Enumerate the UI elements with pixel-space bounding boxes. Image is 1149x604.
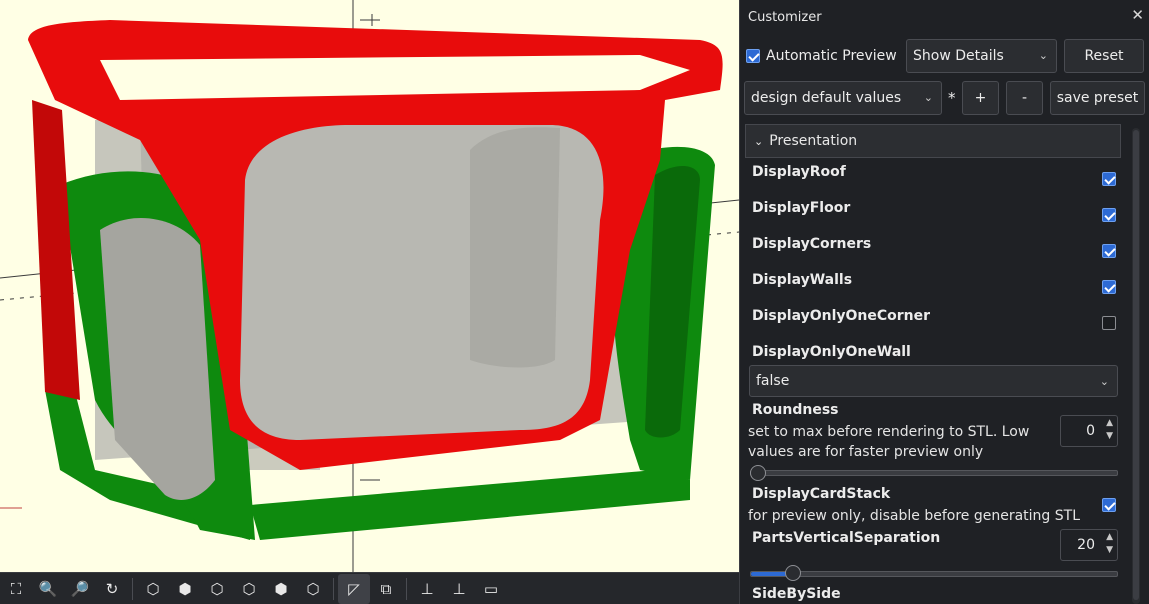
- close-icon[interactable]: ✕: [1131, 6, 1144, 24]
- param-side-by-side-label: SideBySide: [752, 586, 841, 602]
- parts-vertical-separation-slider-handle[interactable]: [785, 565, 801, 581]
- param-roundness-label: Roundness: [752, 402, 839, 418]
- orthogonal-icon[interactable]: ⧉: [370, 574, 402, 604]
- chevron-down-icon: ⌄: [754, 134, 764, 148]
- automatic-preview-checkbox[interactable]: [746, 49, 760, 63]
- chevron-down-icon: ⌄: [1038, 49, 1048, 62]
- reset-view-icon[interactable]: ↻: [96, 574, 128, 604]
- spin-up-icon[interactable]: ▲: [1106, 532, 1113, 542]
- display-walls-checkbox[interactable]: [1102, 280, 1116, 294]
- display-card-stack-checkbox[interactable]: [1102, 498, 1116, 512]
- param-display-card-stack-label: DisplayCardStack: [752, 486, 891, 502]
- parts-vertical-separation-spinbox[interactable]: 20 ▲ ▼: [1060, 529, 1118, 561]
- details-select-value: Show Details: [913, 48, 1004, 64]
- preset-select-value: design default values: [751, 90, 902, 106]
- roundness-value: 0: [1086, 423, 1095, 439]
- group-title: Presentation: [769, 133, 858, 149]
- view-back-icon[interactable]: ⬡: [297, 574, 329, 604]
- modified-marker: *: [948, 89, 956, 107]
- add-preset-button[interactable]: +: [962, 81, 999, 115]
- param-display-card-stack-description: for preview only, disable before generat…: [748, 508, 1080, 524]
- param-roundness-description: set to max before rendering to STL. Low …: [748, 424, 1030, 460]
- display-only-one-wall-select[interactable]: false ⌄: [749, 365, 1118, 397]
- chevron-down-icon: ⌄: [1099, 375, 1109, 388]
- param-display-only-one-wall-label: DisplayOnlyOneWall: [752, 344, 911, 360]
- chevron-down-icon: ⌄: [923, 91, 933, 104]
- param-display-walls-label: DisplayWalls: [752, 272, 853, 288]
- model-render: [0, 0, 739, 572]
- view-all-icon[interactable]: ⛶: [0, 574, 32, 604]
- view-bottom-icon[interactable]: ⬡: [201, 574, 233, 604]
- spin-up-icon[interactable]: ▲: [1106, 418, 1113, 428]
- customizer-panel: Customizer ✕ Automatic Preview Show Deta…: [739, 0, 1149, 604]
- toolbar-separator: [132, 578, 133, 600]
- view-right-icon[interactable]: ⬡: [137, 574, 169, 604]
- panel-title: Customizer: [748, 10, 822, 25]
- view-left-icon[interactable]: ⬡: [233, 574, 265, 604]
- perspective-icon[interactable]: ◸: [338, 574, 370, 604]
- vertical-scrollbar[interactable]: [1132, 128, 1140, 604]
- roundness-slider-handle[interactable]: [750, 465, 766, 481]
- scrollbar-thumb[interactable]: [1133, 130, 1139, 600]
- parameter-list[interactable]: ⌄ Presentation DisplayRoof DisplayFloor …: [744, 124, 1124, 604]
- display-corners-checkbox[interactable]: [1102, 244, 1116, 258]
- zoom-out-icon[interactable]: 🔎: [64, 574, 96, 604]
- param-display-corners-label: DisplayCorners: [752, 236, 872, 252]
- details-select[interactable]: Show Details ⌄: [906, 39, 1057, 73]
- remove-preset-button[interactable]: -: [1006, 81, 1043, 115]
- spin-down-icon[interactable]: ▼: [1106, 545, 1113, 555]
- reset-button[interactable]: Reset: [1064, 39, 1144, 73]
- spin-down-icon[interactable]: ▼: [1106, 431, 1113, 441]
- parts-vertical-separation-value: 20: [1077, 537, 1095, 553]
- display-floor-checkbox[interactable]: [1102, 208, 1116, 222]
- roundness-spinbox[interactable]: 0 ▲ ▼: [1060, 415, 1118, 447]
- group-header-presentation[interactable]: ⌄ Presentation: [745, 124, 1121, 158]
- param-parts-vertical-separation-label: PartsVerticalSeparation: [752, 530, 941, 546]
- parts-vertical-separation-slider-fill: [751, 572, 788, 576]
- 3d-viewport[interactable]: ⛶ 🔍 🔎 ↻ ⬡ ⬢ ⬡ ⬡ ⬢ ⬡ ◸ ⧉ ⊥ ⊥ ▭: [0, 0, 739, 604]
- show-edges-icon[interactable]: ▭: [475, 574, 507, 604]
- param-display-only-one-corner-label: DisplayOnlyOneCorner: [752, 308, 931, 324]
- preset-select[interactable]: design default values ⌄: [744, 81, 942, 115]
- toolbar-separator: [333, 578, 334, 600]
- display-roof-checkbox[interactable]: [1102, 172, 1116, 186]
- automatic-preview-label: Automatic Preview: [766, 48, 897, 64]
- toolbar-separator: [406, 578, 407, 600]
- show-axes-icon[interactable]: ⊥: [411, 574, 443, 604]
- parts-vertical-separation-slider-track[interactable]: [750, 571, 1118, 577]
- view-front-icon[interactable]: ⬢: [265, 574, 297, 604]
- zoom-in-icon[interactable]: 🔍: [32, 574, 64, 604]
- param-display-floor-label: DisplayFloor: [752, 200, 851, 216]
- display-only-one-corner-checkbox[interactable]: [1102, 316, 1116, 330]
- param-display-roof-label: DisplayRoof: [752, 164, 846, 180]
- display-only-one-wall-value: false: [756, 373, 790, 389]
- save-preset-button[interactable]: save preset: [1050, 81, 1145, 115]
- show-scale-icon[interactable]: ⊥: [443, 574, 475, 604]
- viewport-toolbar: ⛶ 🔍 🔎 ↻ ⬡ ⬢ ⬡ ⬡ ⬢ ⬡ ◸ ⧉ ⊥ ⊥ ▭: [0, 572, 739, 604]
- view-top-icon[interactable]: ⬢: [169, 574, 201, 604]
- roundness-slider-track[interactable]: [750, 470, 1118, 476]
